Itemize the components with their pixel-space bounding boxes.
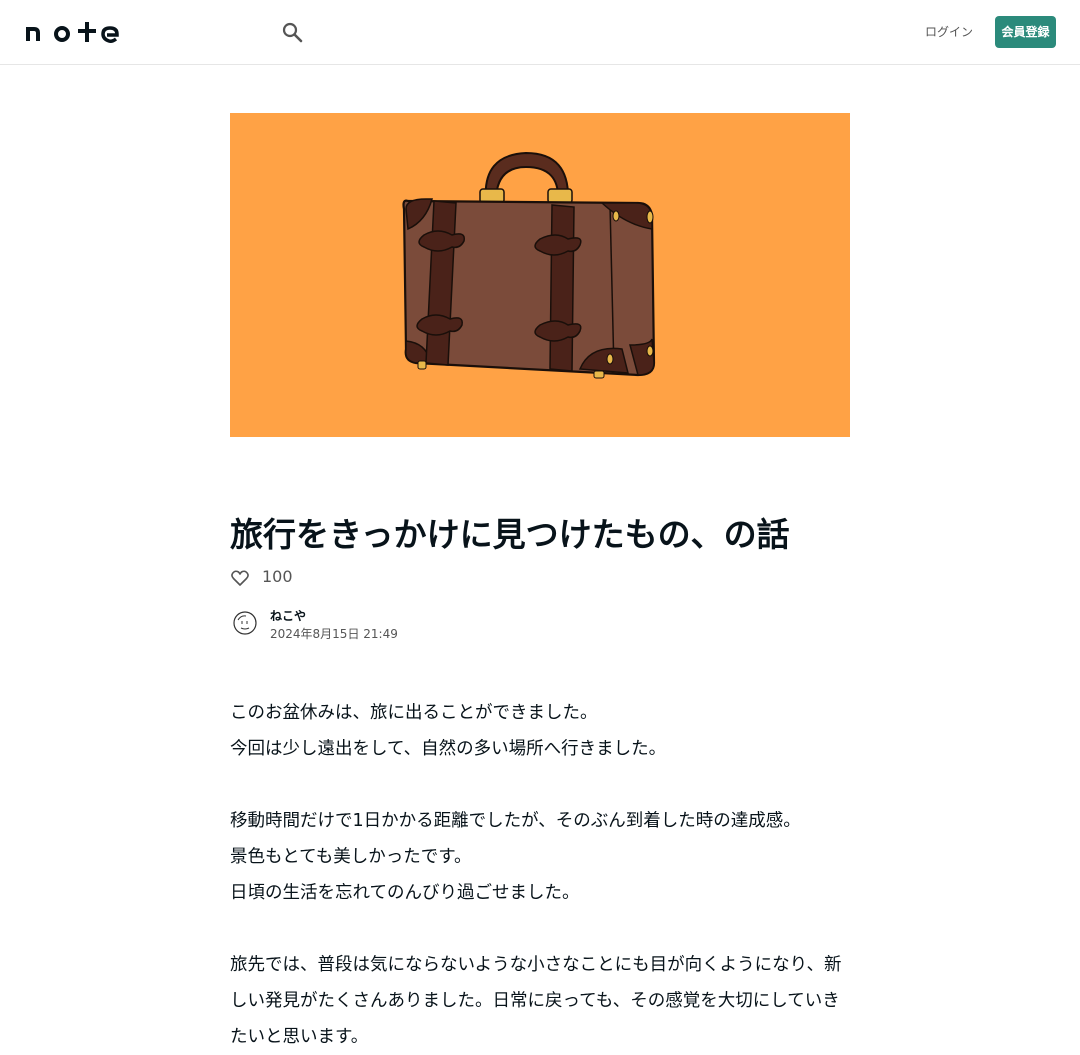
login-link[interactable]: ログイン [922, 23, 976, 41]
body-paragraph: このお盆休みは、旅に出ることができました。 [230, 703, 598, 723]
post-date: 2024年8月15日 21:49 [270, 627, 398, 641]
body-paragraph: 旅先では、普段は気にならないような小さなことにも目が向くようになり、新しい発見が… [230, 955, 842, 1047]
body-paragraph [230, 911, 850, 947]
suitcase-illustration [402, 151, 656, 379]
body-paragraph: 移動時間だけで1日かかる距離でしたが、そのぶん到着した時の達成感。 [230, 811, 801, 831]
hero-image [230, 113, 850, 437]
author-avatar[interactable] [230, 608, 260, 638]
signup-button[interactable]: 会員登録 [995, 16, 1056, 48]
article-body: このお盆休みは、旅に出ることができました。 今回は少し遠出をして、自然の多い場所… [230, 695, 850, 1055]
note-logo[interactable] [24, 20, 124, 44]
body-paragraph: 日頃の生活を忘れてのんびり過ごせました。 [230, 883, 580, 903]
face-doodle-icon [233, 611, 257, 635]
search-icon [282, 22, 303, 43]
article-title: 旅行をきっかけに見つけたもの、の話 [230, 515, 790, 554]
heart-icon[interactable] [230, 568, 250, 588]
search-button[interactable] [280, 20, 304, 44]
body-paragraph [230, 767, 850, 803]
site-header: ログイン 会員登録 [0, 0, 1080, 65]
body-paragraph: 景色もとても美しかったです。 [230, 847, 472, 867]
author-name[interactable]: ねこや [270, 608, 306, 624]
like-count: 100 [262, 567, 293, 586]
body-paragraph: 今回は少し遠出をして、自然の多い場所へ行きました。 [230, 739, 667, 759]
